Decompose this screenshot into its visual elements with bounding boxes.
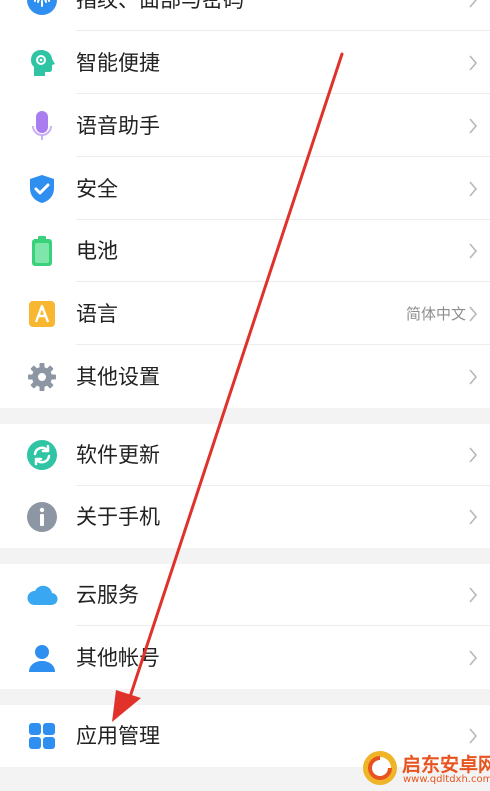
watermark-logo-icon: [363, 751, 397, 785]
settings-item-about-phone[interactable]: 关于手机: [0, 486, 490, 548]
chevron-right-icon: [469, 181, 478, 197]
settings-item-language[interactable]: 语言 简体中文: [0, 283, 490, 345]
chevron-right-icon: [469, 447, 478, 463]
row-divider: [76, 344, 490, 345]
settings-item-label: 软件更新: [76, 443, 160, 467]
section-gap: [0, 408, 490, 424]
row-divider: [76, 281, 490, 282]
settings-item-cloud-service[interactable]: 云服务: [0, 564, 490, 626]
watermark: 启东安卓网 www.qdltdxh.com: [362, 748, 490, 791]
gear-icon: [28, 363, 56, 391]
settings-item-label: 云服务: [76, 583, 139, 607]
settings-item-label: 关于手机: [76, 505, 160, 529]
settings-item-software-update[interactable]: 软件更新: [0, 424, 490, 486]
row-divider: [76, 30, 490, 31]
shield-check-icon: [30, 175, 54, 203]
settings-item-label: 安全: [76, 177, 118, 201]
settings-item-label: 电池: [76, 239, 118, 263]
battery-icon: [32, 236, 52, 266]
microphone-icon: [32, 111, 52, 140]
fingerprint-icon: [27, 0, 57, 15]
sync-update-icon: [27, 440, 57, 470]
settings-item-label: 其他帐号: [76, 646, 160, 670]
settings-item-value: 简体中文: [405, 305, 466, 323]
settings-item-other-accounts[interactable]: 其他帐号: [0, 627, 490, 689]
settings-item-label: 其他设置: [76, 365, 160, 389]
settings-item-fingerprint[interactable]: 指纹、面部与密码: [0, 0, 490, 31]
chevron-right-icon: [469, 587, 478, 603]
chevron-right-icon: [469, 0, 478, 8]
chevron-right-icon: [469, 509, 478, 525]
cloud-icon: [27, 585, 58, 606]
watermark-title: 启东安卓网: [402, 754, 490, 776]
person-icon: [29, 645, 55, 672]
section-gap: [0, 548, 490, 564]
settings-item-security[interactable]: 安全: [0, 158, 490, 220]
chevron-right-icon: [469, 650, 478, 666]
settings-item-label: 智能便捷: [76, 51, 160, 75]
chevron-right-icon: [469, 118, 478, 134]
chevron-right-icon: [469, 306, 478, 322]
settings-item-label: 应用管理: [76, 724, 160, 748]
settings-item-battery[interactable]: 电池: [0, 220, 490, 282]
settings-item-other-settings[interactable]: 其他设置: [0, 346, 490, 408]
section-gap: [0, 689, 490, 705]
settings-item-voice-assistant[interactable]: 语音助手: [0, 95, 490, 157]
chevron-right-icon: [469, 369, 478, 385]
chevron-right-icon: [469, 728, 478, 744]
app-grid-icon: [29, 723, 55, 749]
language-a-icon: [29, 301, 55, 327]
chevron-right-icon: [469, 243, 478, 259]
settings-item-label: 语言: [76, 302, 118, 326]
settings-item-label: 语音助手: [76, 114, 160, 138]
settings-item-smart-convenience[interactable]: 智能便捷: [0, 32, 490, 94]
row-divider: [76, 156, 490, 157]
row-divider: [76, 625, 490, 626]
watermark-url: www.qdltdxh.com: [403, 774, 490, 785]
settings-screen: 指纹、面部与密码 智能便捷 语音助手 安全 电池 语言 简体中文 其他设置 软件…: [0, 0, 490, 791]
chevron-right-icon: [469, 55, 478, 71]
row-divider: [76, 93, 490, 94]
smart-head-icon: [31, 50, 55, 76]
settings-item-label: 指纹、面部与密码: [76, 0, 244, 12]
info-icon: [27, 502, 57, 532]
